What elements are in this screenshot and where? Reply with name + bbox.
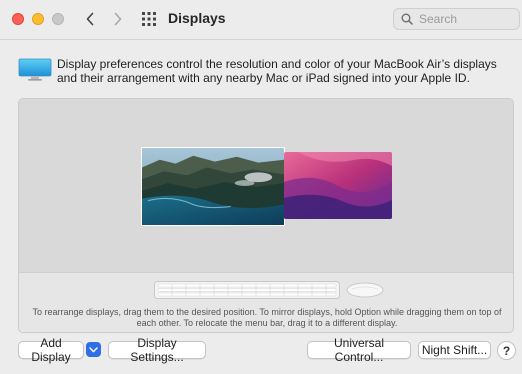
universal-control-button[interactable]: Universal Control...: [307, 336, 411, 364]
display-arrangement-area: To rearrange displays, drag them to the …: [18, 98, 514, 333]
night-shift-button[interactable]: Night Shift...: [418, 341, 491, 359]
minimize-button[interactable]: [32, 13, 44, 25]
add-display-dropdown[interactable]: [86, 342, 101, 357]
displays-window: Displays Display preferences control the…: [0, 0, 522, 374]
arrangement-hint: To rearrange displays, drag them to the …: [32, 307, 502, 328]
show-all-button[interactable]: [140, 10, 158, 28]
close-button[interactable]: [12, 13, 24, 25]
chevron-left-icon: [86, 12, 94, 26]
window-title: Displays: [168, 10, 226, 26]
zoom-button[interactable]: [52, 13, 64, 25]
arrangement-footer: To rearrange displays, drag them to the …: [19, 272, 513, 332]
magnifier-icon: [401, 13, 413, 25]
search-field[interactable]: [393, 8, 520, 30]
mouse-icon: [346, 282, 384, 298]
toolbar: Displays: [0, 0, 522, 40]
main-display[interactable]: [141, 147, 285, 226]
arrangement-canvas: [19, 99, 513, 272]
keyboard-icon: [154, 281, 340, 299]
grid-icon: [142, 12, 156, 26]
forward-button[interactable]: [108, 9, 128, 29]
search-input[interactable]: [419, 12, 509, 26]
add-display-button[interactable]: Add Display: [18, 336, 84, 364]
secondary-display[interactable]: [284, 152, 392, 219]
display-settings-button[interactable]: Display Settings...: [108, 336, 206, 364]
chevron-right-icon: [114, 12, 122, 26]
help-button[interactable]: ?: [497, 341, 516, 360]
info-description: Display preferences control the resoluti…: [57, 57, 497, 85]
back-button[interactable]: [80, 9, 100, 29]
display-icon: [18, 58, 52, 81]
chevron-down-icon: [89, 346, 98, 352]
